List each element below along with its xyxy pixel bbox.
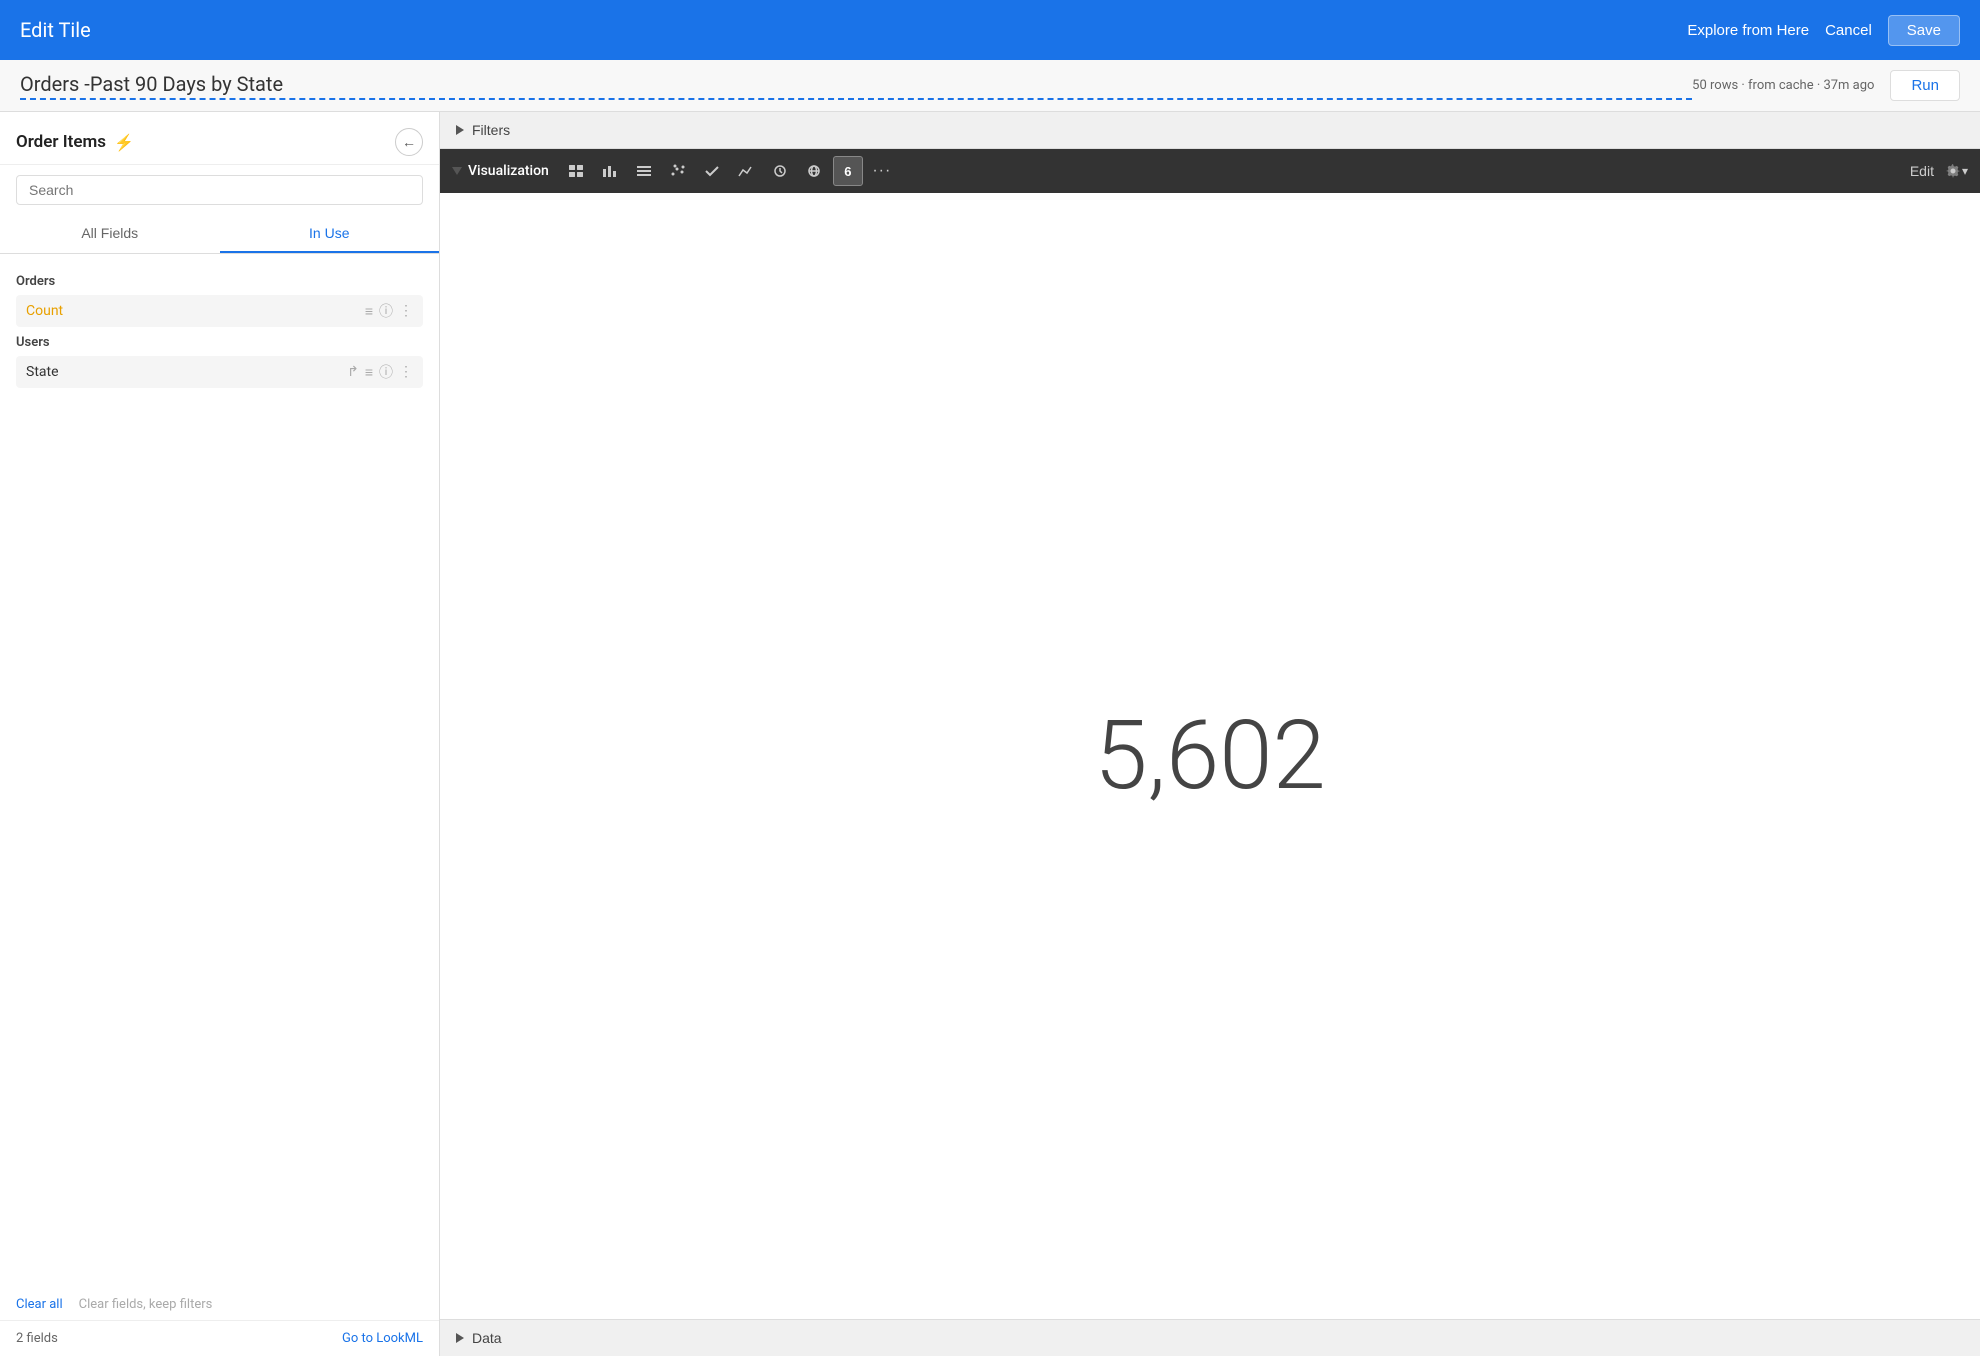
clear-all-link[interactable]: Clear all <box>16 1297 63 1312</box>
filter-icon[interactable]: ≡ <box>365 303 373 320</box>
panel-footer: 2 fields Go to LookML <box>0 1320 439 1356</box>
go-to-lookaml-link[interactable]: Go to LookML <box>342 1331 423 1346</box>
filters-toggle[interactable]: Filters <box>456 122 510 138</box>
run-button[interactable]: Run <box>1890 70 1960 101</box>
page-title: Edit Tile <box>20 18 1687 42</box>
fields-count: 2 fields <box>16 1331 58 1346</box>
filter-icon-state[interactable]: ≡ <box>365 364 373 381</box>
explore-from-here-button[interactable]: Explore from Here <box>1687 22 1809 39</box>
viz-icon-bar[interactable] <box>595 156 625 186</box>
fields-content: Orders Count ≡ ⓘ ⋮ Users State ↱ ≡ ⓘ ⋮ <box>0 254 439 1291</box>
query-meta: 50 rows · from cache · 37m ago <box>1692 78 1874 93</box>
search-input[interactable] <box>16 175 423 205</box>
lightning-icon: ⚡ <box>114 133 134 152</box>
viz-gear-button[interactable]: ▾ <box>1946 164 1968 178</box>
field-actions-count: ≡ ⓘ ⋮ <box>365 301 413 321</box>
query-title: Orders -Past 90 Days by State <box>20 72 1692 100</box>
viz-edit-button[interactable]: Edit <box>1902 163 1942 179</box>
save-button[interactable]: Save <box>1888 15 1960 46</box>
viz-icon-more[interactable]: ··· <box>867 156 897 186</box>
viz-label: Visualization <box>452 163 549 179</box>
filters-triangle-icon <box>456 125 464 135</box>
field-item-count: Count ≡ ⓘ ⋮ <box>16 295 423 327</box>
clear-fields-keep-filters-link[interactable]: Clear fields, keep filters <box>79 1297 213 1312</box>
tab-in-use[interactable]: In Use <box>220 215 440 253</box>
viz-icon-single-value[interactable]: 6 <box>833 156 863 186</box>
left-panel: Order Items ⚡ ← All Fields In Use Orders… <box>0 112 440 1356</box>
pivot-icon[interactable]: ↱ <box>347 364 359 380</box>
viz-icon-list[interactable] <box>629 156 659 186</box>
viz-icon-table[interactable] <box>561 156 591 186</box>
field-name-state: State <box>26 364 347 380</box>
more-icon[interactable]: ⋮ <box>399 303 413 319</box>
tabs-row: All Fields In Use <box>0 215 439 254</box>
big-number-value: 5,602 <box>1094 700 1325 812</box>
clear-links: Clear all Clear fields, keep filters <box>0 1291 439 1320</box>
viz-area: 5,602 <box>440 193 1980 1319</box>
field-name-count: Count <box>26 303 365 319</box>
viz-icon-scatter[interactable] <box>663 156 693 186</box>
field-group-orders: Orders <box>16 274 423 289</box>
data-toggle[interactable]: Data <box>456 1330 502 1346</box>
more-icon-state[interactable]: ⋮ <box>399 364 413 380</box>
panel-title-text: Order Items <box>16 132 106 152</box>
top-header: Edit Tile Explore from Here Cancel Save <box>0 0 1980 60</box>
filters-label: Filters <box>472 122 510 138</box>
data-triangle-icon <box>456 1333 464 1343</box>
info-icon-state[interactable]: ⓘ <box>379 362 393 382</box>
field-item-state: State ↱ ≡ ⓘ ⋮ <box>16 356 423 388</box>
viz-label-text: Visualization <box>468 163 549 179</box>
header-actions: Explore from Here Cancel Save <box>1687 15 1960 46</box>
main-layout: Order Items ⚡ ← All Fields In Use Orders… <box>0 112 1980 1356</box>
data-label: Data <box>472 1330 502 1346</box>
viz-icon-clock[interactable] <box>765 156 795 186</box>
data-bar: Data <box>440 1319 1980 1356</box>
viz-icon-line[interactable] <box>731 156 761 186</box>
collapse-panel-button[interactable]: ← <box>395 128 423 156</box>
field-group-users: Users <box>16 335 423 350</box>
viz-toolbar: Visualization <box>440 149 1980 193</box>
tab-all-fields[interactable]: All Fields <box>0 215 220 253</box>
filters-bar: Filters <box>440 112 1980 149</box>
field-actions-state: ↱ ≡ ⓘ ⋮ <box>347 362 413 382</box>
query-bar: Orders -Past 90 Days by State 50 rows · … <box>0 60 1980 112</box>
viz-icon-globe[interactable] <box>799 156 829 186</box>
panel-title: Order Items ⚡ <box>16 132 395 152</box>
viz-icon-check[interactable] <box>697 156 727 186</box>
viz-triangle-icon <box>452 167 462 175</box>
right-panel: Filters Visualization <box>440 112 1980 1356</box>
info-icon[interactable]: ⓘ <box>379 301 393 321</box>
left-panel-header: Order Items ⚡ ← <box>0 112 439 165</box>
cancel-button[interactable]: Cancel <box>1825 22 1872 39</box>
